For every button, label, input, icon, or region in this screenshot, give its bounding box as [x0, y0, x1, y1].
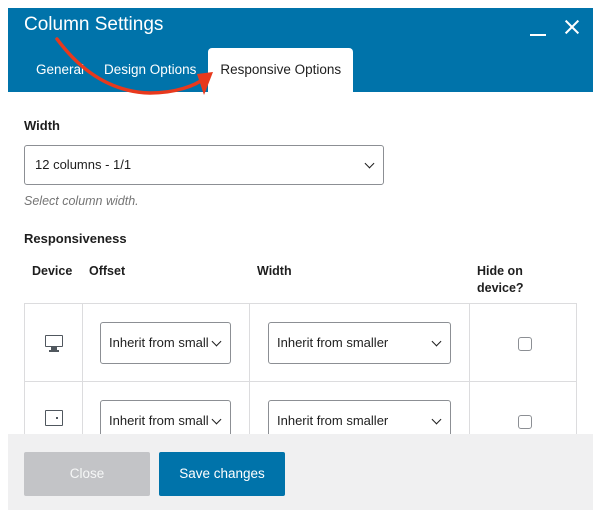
tab-general[interactable]: General — [26, 48, 94, 92]
offset-value: Inherit from small — [109, 335, 209, 350]
hide-on-device-checkbox-desktop[interactable] — [518, 337, 532, 351]
chevron-down-icon — [211, 414, 222, 425]
width-select-desktop[interactable]: Inherit from smaller — [268, 322, 451, 364]
header-hide-line2: device? — [477, 281, 524, 295]
tablet-icon — [45, 410, 63, 426]
minimize-icon[interactable] — [527, 16, 549, 38]
hide-on-device-checkbox-tablet[interactable] — [518, 415, 532, 429]
responsiveness-label: Responsiveness — [24, 231, 127, 246]
header-offset: Offset — [89, 264, 126, 278]
close-icon[interactable] — [561, 16, 583, 38]
chevron-down-icon — [364, 158, 375, 169]
chevron-down-icon — [431, 336, 442, 347]
header-device: Device — [32, 264, 73, 278]
close-button[interactable]: Close — [24, 452, 150, 496]
offset-select-desktop[interactable]: Inherit from small — [100, 322, 231, 364]
column-width-value: 12 columns - 1/1 — [35, 157, 132, 172]
window-controls — [527, 16, 583, 38]
column-width-select[interactable]: 12 columns - 1/1 — [24, 145, 384, 185]
dialog-footer: Close Save changes — [8, 434, 593, 510]
dialog-title: Column Settings — [24, 14, 164, 35]
header-hide-line1: Hide on — [477, 264, 523, 278]
width-value: Inherit from smaller — [277, 413, 389, 428]
save-changes-button[interactable]: Save changes — [159, 452, 285, 496]
chevron-down-icon — [211, 336, 222, 347]
width-label: Width — [24, 118, 60, 133]
monitor-icon — [45, 335, 63, 352]
dialog-header: Column Settings General Design Options R… — [8, 8, 593, 92]
header-width: Width — [257, 264, 292, 278]
tab-bar: General Design Options Responsive Option… — [26, 48, 354, 92]
offset-value: Inherit from small — [109, 413, 209, 428]
table-row-divider — [25, 381, 576, 382]
chevron-down-icon — [431, 414, 442, 425]
tab-design-options[interactable]: Design Options — [94, 48, 206, 92]
header-hide-on-device: Hide on device? — [477, 263, 524, 297]
width-value: Inherit from smaller — [277, 335, 389, 350]
width-help-text: Select column width. — [24, 194, 139, 208]
tab-responsive-options[interactable]: Responsive Options — [208, 48, 354, 92]
